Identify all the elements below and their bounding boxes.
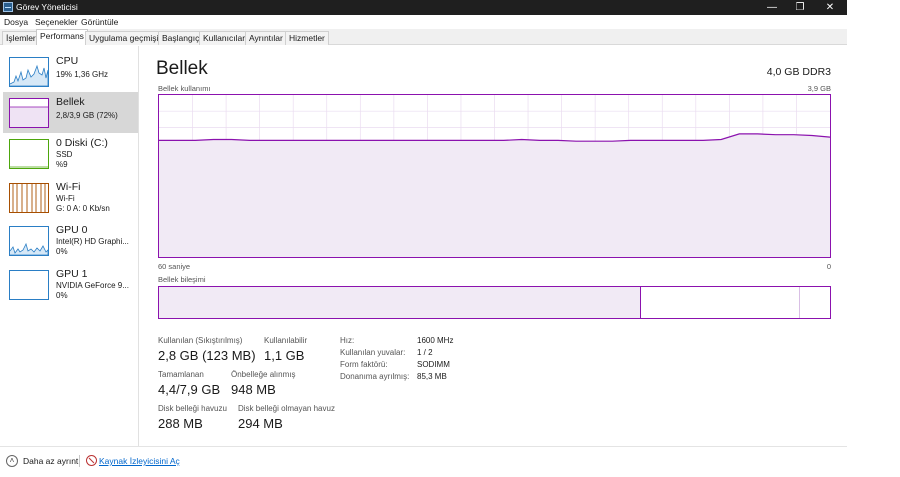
committed-label: Tamamlanan <box>158 370 204 379</box>
page-title: Bellek <box>156 58 208 79</box>
wifi-graph-icon <box>9 183 49 213</box>
spec-slots-value: 1 / 2 <box>417 348 433 357</box>
paged-pool-value: 288 MB <box>158 416 203 431</box>
sidebar-item-detail: 0% <box>56 247 68 256</box>
in-use-label: Kullanılan (Sıkıştırılmış) <box>158 336 243 345</box>
spec-reserved-value: 85,3 MB <box>417 372 447 381</box>
footer-bar: ˄ Daha az ayrıntı Kaynak İzleyicisini Aç <box>0 446 847 475</box>
footer-divider <box>79 455 80 467</box>
chevron-up-icon[interactable]: ˄ <box>6 455 18 467</box>
tab-app-history[interactable]: Uygulama geçmişi <box>85 31 163 45</box>
sidebar-item-title: CPU <box>56 55 79 67</box>
composition-free-segment <box>799 287 830 318</box>
sidebar-item-title: GPU 1 <box>56 268 88 280</box>
sidebar-item-detail: SSD <box>56 150 73 159</box>
maximize-button[interactable]: ❐ <box>785 0 815 15</box>
usage-graph-max: 3,9 GB <box>807 84 831 93</box>
memory-type: 4,0 GB DDR3 <box>766 66 831 78</box>
sidebar-item-cpu[interactable]: CPU 19% 1,36 GHz <box>3 51 138 92</box>
composition-in-use-segment <box>159 287 641 318</box>
time-axis-end: 0 <box>826 262 831 271</box>
tab-startup[interactable]: Başlangıç <box>158 31 204 45</box>
paged-pool-label: Disk belleği havuzu <box>158 404 227 413</box>
sidebar-item-gpu1[interactable]: GPU 1 NVIDIA GeForce 9... 0% <box>3 264 138 305</box>
tab-services[interactable]: Hizmetler <box>285 31 329 45</box>
tab-users[interactable]: Kullanıcılar <box>199 31 250 45</box>
disk-graph-icon <box>9 139 49 169</box>
menu-options[interactable]: Seçenekler <box>35 17 78 27</box>
sidebar-item-detail: Wi-Fi <box>56 194 75 203</box>
spec-form-factor-value: SODIMM <box>417 360 450 369</box>
usage-graph-label: Bellek kullanımı <box>158 84 211 93</box>
cached-label: Önbelleğe alınmış <box>231 370 296 379</box>
sidebar-item-detail: NVIDIA GeForce 9... <box>56 281 129 290</box>
gpu0-graph-icon <box>9 226 49 256</box>
title-bar: Görev Yöneticisi — ❐ ✕ <box>0 0 847 15</box>
sidebar-item-title: Bellek <box>56 96 85 108</box>
sidebar-item-gpu0[interactable]: GPU 0 Intel(R) HD Graphi... 0% <box>3 220 138 261</box>
spec-speed-label: Hız: <box>340 336 355 345</box>
sidebar-item-detail: 0% <box>56 291 68 300</box>
window-title: Görev Yöneticisi <box>16 2 78 12</box>
tab-details[interactable]: Ayrıntılar <box>245 31 287 45</box>
open-resource-monitor-link[interactable]: Kaynak İzleyicisini Aç <box>99 456 180 466</box>
sidebar-item-detail: %9 <box>56 160 68 169</box>
tab-processes[interactable]: İşlemler <box>2 31 40 45</box>
resource-sidebar: CPU 19% 1,36 GHz Bellek 2,8/3,9 GB (72%)… <box>0 46 139 446</box>
available-value: 1,1 GB <box>264 348 305 363</box>
memory-graph-icon <box>9 98 49 128</box>
spec-reserved-label: Donanıma ayrılmış: <box>340 372 410 381</box>
menu-view[interactable]: Görüntüle <box>81 17 118 27</box>
sidebar-item-detail: 19% 1,36 GHz <box>56 70 109 79</box>
composition-label: Bellek bileşimi <box>158 275 206 284</box>
nonpaged-pool-value: 294 MB <box>238 416 283 431</box>
desktop-background <box>847 0 900 477</box>
sidebar-item-title: Wi-Fi <box>56 181 81 193</box>
nonpaged-pool-label: Disk belleği olmayan havuz <box>238 404 335 413</box>
committed-value: 4,4/7,9 GB <box>158 382 221 397</box>
in-use-value: 2,8 GB (123 MB) <box>158 348 256 363</box>
memory-composition-bar <box>158 286 831 319</box>
composition-standby-segment <box>640 287 800 318</box>
memory-usage-area <box>159 133 830 257</box>
close-button[interactable]: ✕ <box>815 0 845 15</box>
resource-monitor-icon <box>86 455 97 466</box>
tab-bar: İşlemler Performans Uygulama geçmişi Baş… <box>0 29 847 45</box>
tab-performance[interactable]: Performans <box>36 29 88 45</box>
memory-usage-graph <box>158 94 831 258</box>
sidebar-item-disk[interactable]: 0 Diski (C:) SSD %9 <box>3 133 138 174</box>
spec-slots-label: Kullanılan yuvalar: <box>340 348 406 357</box>
sidebar-item-detail: 2,8/3,9 GB (72%) <box>56 111 118 120</box>
available-label: Kullanılabilir <box>264 336 308 345</box>
memory-panel: Bellek 4,0 GB DDR3 Bellek kullanımı 3,9 … <box>140 46 847 446</box>
cached-value: 948 MB <box>231 382 276 397</box>
sidebar-item-wifi[interactable]: Wi-Fi Wi-Fi G: 0 A: 0 Kb/sn <box>3 177 138 218</box>
time-axis-start: 60 saniye <box>158 262 191 271</box>
menu-file[interactable]: Dosya <box>4 17 28 27</box>
fewer-details-button[interactable]: Daha az ayrıntı <box>23 456 81 466</box>
sidebar-item-memory[interactable]: Bellek 2,8/3,9 GB (72%) <box>3 92 138 133</box>
spec-speed-value: 1600 MHz <box>417 336 454 345</box>
sidebar-item-title: GPU 0 <box>56 224 88 236</box>
sidebar-item-detail: G: 0 A: 0 Kb/sn <box>56 204 110 213</box>
gpu1-graph-icon <box>9 270 49 300</box>
memory-usage-chart <box>159 95 830 257</box>
spec-form-factor-label: Form faktörü: <box>340 360 388 369</box>
minimize-button[interactable]: — <box>757 0 787 15</box>
cpu-graph-icon <box>9 57 49 87</box>
sidebar-item-title: 0 Diski (C:) <box>56 137 108 149</box>
menu-bar: Dosya Seçenekler Görüntüle <box>0 15 847 29</box>
task-manager-icon <box>3 2 13 12</box>
sidebar-item-detail: Intel(R) HD Graphi... <box>56 237 129 246</box>
